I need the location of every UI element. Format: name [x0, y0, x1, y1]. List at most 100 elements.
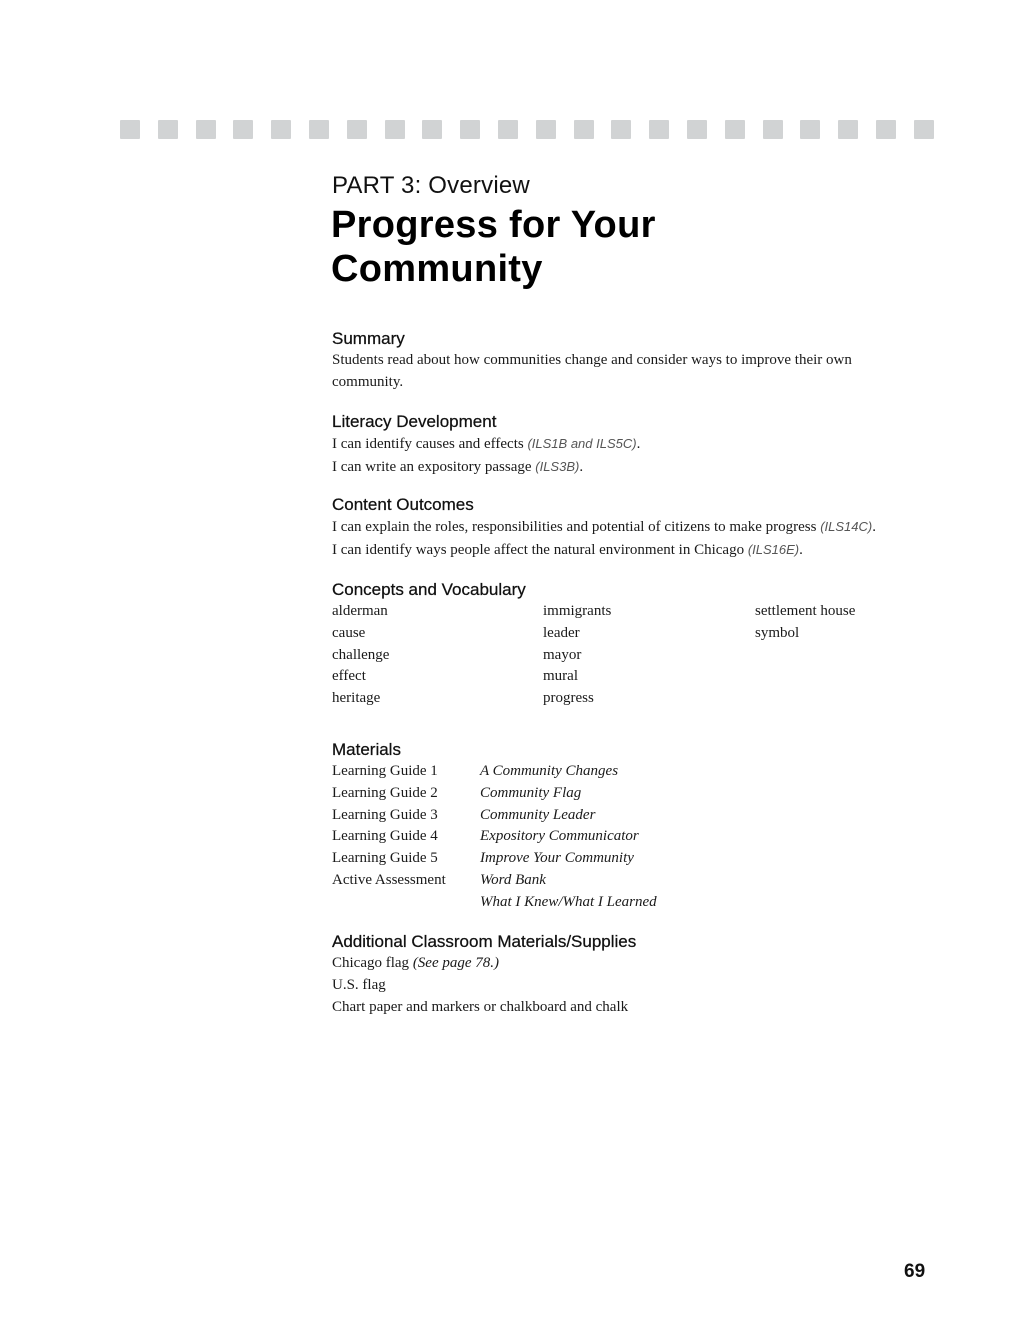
- supply-text: Chart paper and markers or chalkboard an…: [332, 998, 629, 1015]
- standard-code: (ILS3B): [535, 458, 580, 474]
- material-label: Learning Guide 3: [332, 806, 438, 823]
- material-title: A Community Changes: [480, 763, 619, 779]
- supply-text: U.S. flag: [332, 976, 386, 993]
- decorative-square: [157, 120, 178, 139]
- vocabulary-section: Concepts and Vocabulary alderman cause c…: [332, 579, 932, 711]
- page-title-line-2: Community: [331, 248, 543, 290]
- decorative-square: [535, 120, 556, 139]
- decorative-square: [573, 120, 594, 139]
- decorative-square: [309, 120, 329, 139]
- vocabulary-word: mural: [543, 668, 578, 685]
- decorative-square: [762, 120, 783, 139]
- decorative-square: [687, 120, 707, 139]
- literacy-heading: Literacy Development: [332, 412, 497, 431]
- outcome-end: .: [872, 519, 876, 535]
- decorative-square: [195, 120, 216, 139]
- vocabulary-column-2: immigrants leader mayor mural progress: [543, 601, 611, 710]
- supply-note: (See page 78.): [412, 955, 500, 971]
- vocabulary-word: progress: [543, 690, 594, 707]
- page-title-line-1: Progress for Your: [331, 204, 656, 246]
- literacy-outcome: I can write an expository passage (ILS3B…: [332, 456, 932, 479]
- supply-item: U.S. flag: [332, 975, 932, 997]
- decorative-square-strip: [120, 120, 940, 140]
- decorative-square: [120, 120, 140, 139]
- page-number: 69: [904, 1261, 926, 1282]
- material-row: Learning Guide 1 A Community Changes: [332, 761, 932, 783]
- material-title: Expository Communicator: [480, 828, 639, 845]
- supplies-heading: Additional Classroom Materials/Supplies: [332, 932, 637, 951]
- standard-code: (ILS16E): [747, 541, 800, 557]
- vocabulary-word: alderman: [332, 603, 388, 619]
- outcome-text: I can write an expository passage: [332, 458, 536, 475]
- material-row: Active Assessment Word Bank: [332, 870, 932, 892]
- decorative-square: [724, 120, 745, 139]
- decorative-square: [876, 120, 896, 139]
- content-outcomes-heading: Content Outcomes: [332, 495, 474, 514]
- supply-item: Chicago flag (See page 78.): [332, 953, 932, 975]
- content-outcome: I can identify ways people affect the na…: [332, 539, 932, 562]
- decorative-square: [838, 120, 859, 139]
- materials-heading: Materials: [332, 740, 401, 759]
- outcome-text: I can explain the roles, responsibilitie…: [332, 519, 821, 535]
- summary-line: community.: [332, 373, 404, 390]
- supply-text: Chicago flag: [332, 955, 413, 971]
- decorative-square: [346, 120, 367, 139]
- vocabulary-word: heritage: [332, 690, 381, 707]
- material-title: Community Leader: [480, 806, 596, 823]
- material-title: Community Flag: [480, 784, 582, 801]
- decorative-square: [611, 120, 632, 139]
- material-row: Learning Guide 2 Community Flag: [332, 783, 932, 805]
- literacy-outcome: I can identify causes and effects (ILS1B…: [332, 433, 932, 456]
- vocabulary-column-1: alderman cause challenge effect heritage: [332, 601, 389, 710]
- vocabulary-word: leader: [543, 624, 580, 641]
- content-outcome: I can explain the roles, responsibilitie…: [332, 516, 932, 539]
- material-row: Learning Guide 3 Community Leader: [332, 805, 932, 827]
- summary-heading: Summary: [332, 329, 405, 348]
- material-label: Learning Guide 1: [332, 763, 438, 779]
- supply-item: Chart paper and markers or chalkboard an…: [332, 997, 932, 1019]
- material-label: Active Assessment: [332, 871, 446, 888]
- decorative-square: [422, 120, 443, 139]
- decorative-square: [460, 120, 481, 139]
- vocabulary-word: challenge: [332, 646, 390, 663]
- outcome-end: .: [579, 458, 584, 475]
- material-row: Learning Guide 5 Improve Your Community: [332, 848, 932, 870]
- outcome-end: .: [799, 541, 803, 558]
- material-title: Word Bank: [480, 871, 546, 888]
- decorative-square: [649, 120, 670, 139]
- summary-line: Students read about how communities chan…: [332, 352, 852, 368]
- vocabulary-word: immigrants: [543, 603, 612, 619]
- vocabulary-word: settlement house: [755, 603, 856, 619]
- supplies-section: Additional Classroom Materials/Supplies …: [332, 931, 932, 1018]
- material-label: Learning Guide 2: [332, 784, 438, 801]
- decorative-square: [271, 120, 292, 139]
- decorative-square: [233, 120, 254, 139]
- material-label: Learning Guide 5: [332, 850, 438, 867]
- outcome-end: .: [636, 436, 641, 452]
- decorative-square: [913, 120, 934, 139]
- material-title: Improve Your Community: [480, 850, 634, 867]
- outcome-text: I can identify ways people affect the na…: [332, 541, 748, 558]
- material-label: Learning Guide 4: [332, 828, 438, 845]
- part-label: PART 3: Overview: [332, 172, 530, 199]
- content-outcomes-section: Content Outcomes I can explain the roles…: [332, 494, 932, 562]
- vocabulary-columns: alderman cause challenge effect heritage…: [332, 601, 932, 711]
- materials-section: Materials Learning Guide 1 A Community Ch…: [332, 739, 932, 914]
- vocabulary-word: mayor: [543, 646, 582, 663]
- vocabulary-column-3: settlement house symbol: [755, 601, 855, 645]
- standard-code: (ILS1B and ILS5C): [527, 436, 637, 451]
- material-title: What I Knew/What I Learned: [480, 893, 657, 910]
- material-row: Learning Guide 4 Expository Communicator: [332, 826, 932, 848]
- standard-code: (ILS14C): [820, 519, 873, 534]
- outcome-text: I can identify causes and effects: [332, 436, 528, 452]
- vocabulary-heading: Concepts and Vocabulary: [332, 580, 526, 599]
- page-title: Progress for Your Community: [331, 203, 771, 291]
- decorative-square: [800, 120, 821, 139]
- vocabulary-word: effect: [332, 668, 366, 685]
- decorative-square: [498, 120, 518, 139]
- vocabulary-word: cause: [332, 624, 366, 641]
- decorative-square: [384, 120, 405, 139]
- literacy-section: Literacy Development I can identify caus…: [332, 411, 932, 479]
- vocabulary-word: symbol: [755, 624, 800, 641]
- summary-section: Summary Students read about how communit…: [332, 328, 932, 394]
